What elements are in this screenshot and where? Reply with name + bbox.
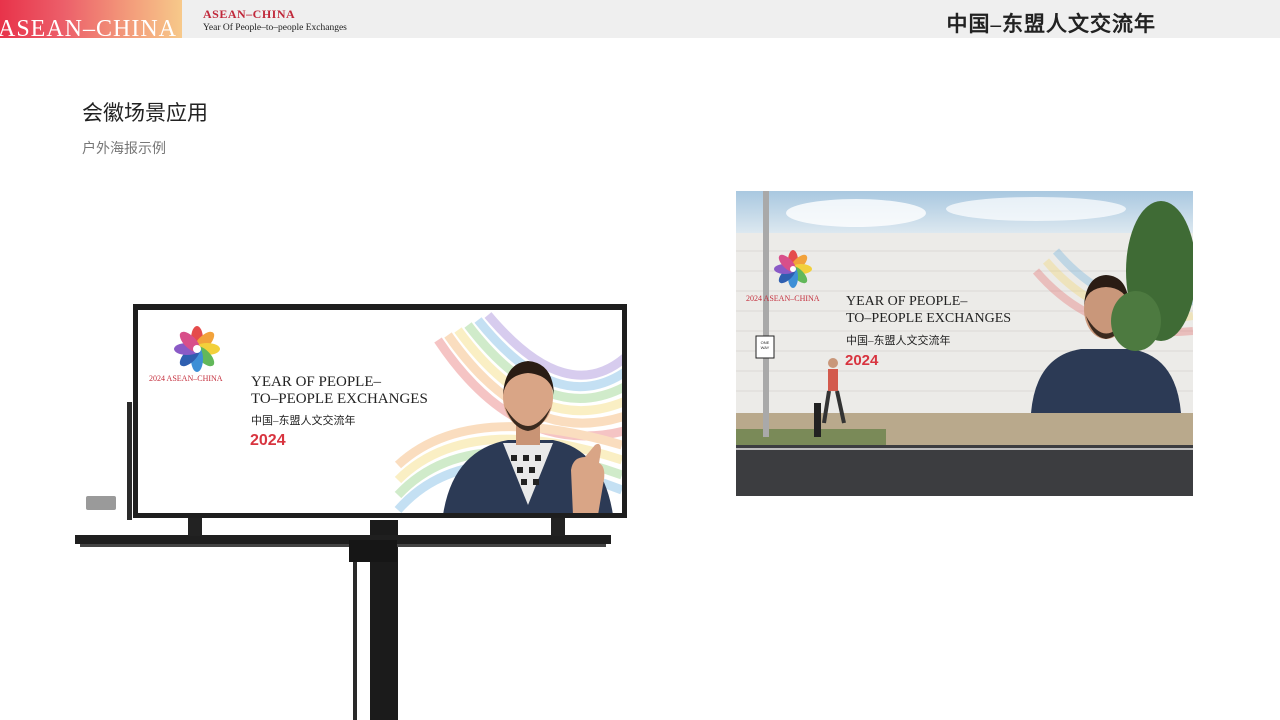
camera-arm [127,402,132,520]
billboard-screen: 2024 ASEAN–CHINA YEAR OF PEOPLE– TO–PEOP… [138,310,622,513]
billboard-rear-post [353,545,357,720]
wall-headline-line2: TO–PEOPLE EXCHANGES [846,311,1012,326]
header-chinese-title: 中国–东盟人文交流年 [946,12,1156,36]
billboard-leg-left [188,518,202,536]
wall-brand-line: 2024 ASEAN–CHINA [746,294,820,303]
brand-block-text: ASEAN–CHINA [0,16,177,38]
person-thumbs-up-image [443,361,613,513]
billboard-headline-line2: TO–PEOPLE EXCHANGES [251,391,428,407]
header-subtitle: Year Of People–to–people Exchanges [203,23,347,33]
security-camera-icon [86,496,116,510]
wall-scene-graphic [736,191,1193,496]
billboard-chinese-text: 中国–东盟人文交流年 [251,415,356,427]
billboard-headline-line1: YEAR OF PEOPLE– [251,374,382,390]
brand-gradient-block: ASEAN–CHINA [0,0,182,38]
one-way-sign-text: ONE WAY [760,340,770,350]
page-title: 会徽场景应用 [82,102,208,125]
wall-year: 2024 [845,352,879,369]
header-bar: ASEAN–CHINA ASEAN–CHINA Year Of People–t… [0,0,1280,38]
walkway-shadow [80,544,606,547]
billboard-clamp [349,540,397,562]
wall-mural-photo: 2024 ASEAN–CHINA YEAR OF PEOPLE– TO–PEOP… [736,191,1193,496]
wall-headline-line1: YEAR OF PEOPLE– [846,294,968,309]
wall-chinese-text: 中国–东盟人文交流年 [846,335,951,347]
billboard-brand-line: 2024 ASEAN–CHINA [149,374,223,383]
billboard-leg-right [551,518,565,536]
header-title: ASEAN–CHINA [203,7,296,21]
billboard-year: 2024 [250,432,286,449]
billboard-walkway [75,535,611,544]
asean-china-emblem-icon [174,326,220,372]
page-subtitle: 户外海报示例 [82,140,166,156]
